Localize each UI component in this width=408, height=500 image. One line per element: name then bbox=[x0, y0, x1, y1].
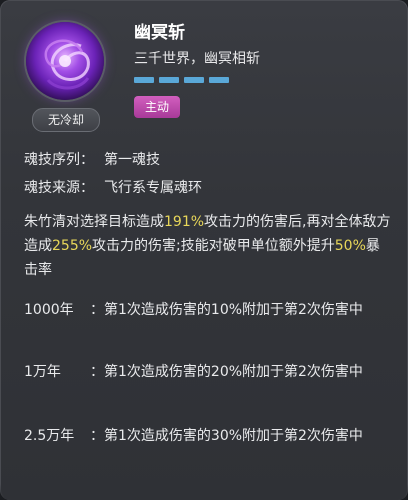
level-year: 1万年 bbox=[24, 364, 61, 380]
description-text: 朱竹清对选择目标造成 bbox=[24, 214, 164, 230]
skill-description: 朱竹清对选择目标造成191%攻击力的伤害后,再对全体敌方造成255%攻击力的伤害… bbox=[24, 210, 392, 282]
sequence-row: 魂技序列： 第一魂技 bbox=[24, 149, 160, 169]
level-bar bbox=[209, 77, 229, 83]
description-highlight: 50% bbox=[334, 238, 366, 254]
purple-vortex-icon bbox=[26, 22, 104, 100]
description-text: 攻击力的伤害;技能对破甲单位额外提升 bbox=[92, 238, 335, 254]
level-colon: ： bbox=[90, 428, 104, 444]
level-bar bbox=[134, 77, 154, 83]
level-colon: ： bbox=[90, 364, 104, 380]
skill-level-bars bbox=[134, 77, 229, 83]
source-row: 魂技来源： 飞行系专属魂环 bbox=[24, 177, 202, 197]
sequence-value: 第一魂技 bbox=[104, 152, 160, 168]
source-value: 飞行系专属魂环 bbox=[104, 180, 202, 196]
sequence-label: 魂技序列： bbox=[24, 152, 94, 168]
skill-type-tag: 主动 bbox=[134, 96, 180, 118]
level-colon: ： bbox=[90, 302, 104, 318]
level-row: 2.5万年 ： 第1次造成伤害的30%附加于第2次伤害中 bbox=[24, 424, 394, 472]
description-highlight: 191% bbox=[164, 214, 205, 230]
level-effect: 第1次造成伤害的20%附加于第2次伤害中 bbox=[104, 364, 363, 380]
skill-name: 幽冥斩 bbox=[134, 23, 185, 43]
level-row: 1000年 ： 第1次造成伤害的10%附加于第2次伤害中 bbox=[24, 298, 394, 346]
skill-tooltip-panel: 无冷却 幽冥斩 三千世界，幽冥相斩 主动 魂技序列： 第一魂技 魂技来源： 飞行系专… bbox=[0, 0, 408, 500]
skill-subtitle: 三千世界，幽冥相斩 bbox=[134, 51, 260, 67]
cooldown-badge: 无冷却 bbox=[32, 108, 100, 132]
level-year: 1000年 bbox=[24, 302, 74, 318]
level-effect: 第1次造成伤害的10%附加于第2次伤害中 bbox=[104, 302, 363, 318]
scroll-fade bbox=[0, 484, 408, 500]
level-bar bbox=[159, 77, 179, 83]
skill-header: 无冷却 幽冥斩 三千世界，幽冥相斩 主动 bbox=[0, 0, 408, 140]
description-highlight: 255% bbox=[52, 238, 93, 254]
level-year: 2.5万年 bbox=[24, 428, 75, 444]
level-bar bbox=[184, 77, 204, 83]
level-row: 1万年 ： 第1次造成伤害的20%附加于第2次伤害中 bbox=[24, 360, 394, 408]
source-label: 魂技来源： bbox=[24, 180, 94, 196]
level-effect: 第1次造成伤害的30%附加于第2次伤害中 bbox=[104, 428, 363, 444]
